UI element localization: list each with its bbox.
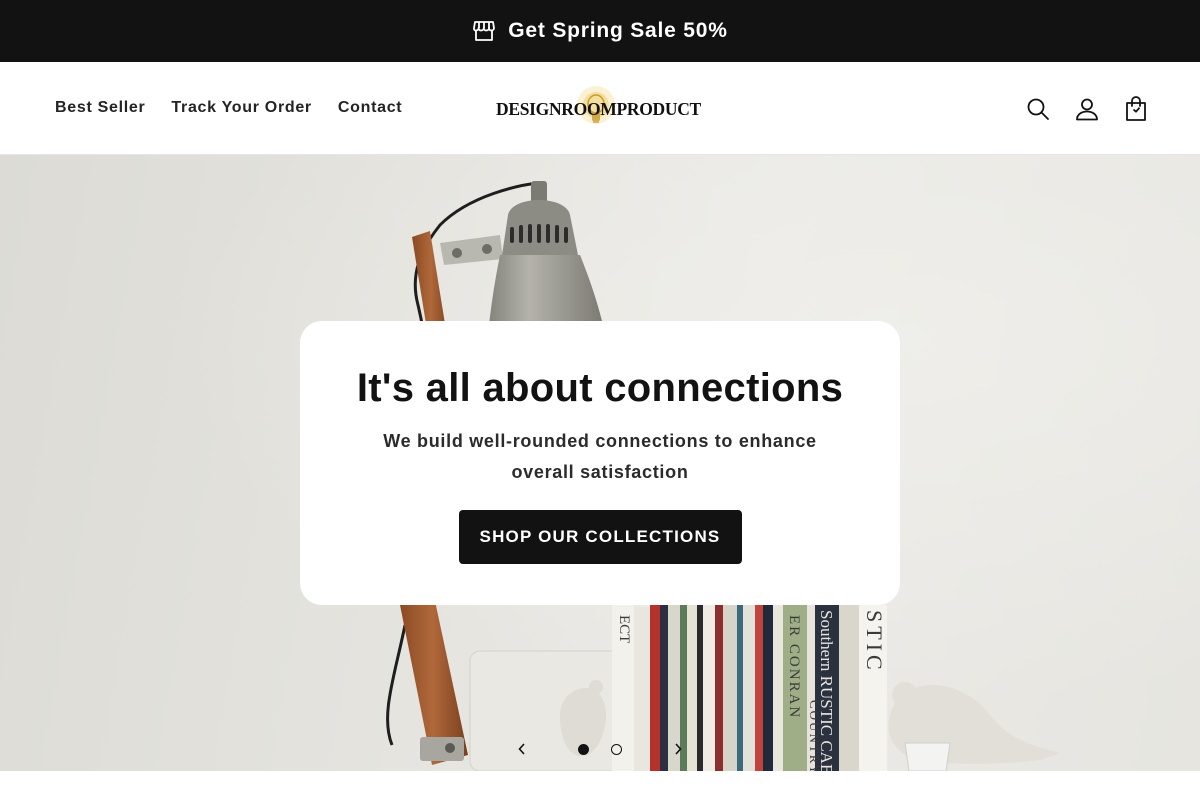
shop-collections-button[interactable]: SHOP OUR COLLECTIONS <box>458 510 742 564</box>
nav-link-track-order[interactable]: Track Your Order <box>158 89 324 127</box>
storefront-icon <box>472 19 496 43</box>
cart-icon <box>1125 95 1146 121</box>
search-button[interactable] <box>1017 88 1058 129</box>
book-spine-text: ECT <box>616 615 632 643</box>
account-icon <box>1075 98 1098 120</box>
slide-dot-1[interactable] <box>578 743 589 755</box>
book-spine-text: STIC <box>862 610 887 674</box>
slide-dots <box>578 743 622 755</box>
slideshow-controls <box>510 735 690 763</box>
next-slide-button[interactable] <box>666 737 690 761</box>
hero-content-card: It's all about connections We build well… <box>300 321 900 605</box>
header-icons <box>1017 88 1156 129</box>
chevron-left-icon <box>518 743 525 755</box>
site-logo[interactable]: DESIGNROOMPRODUCT <box>496 84 701 134</box>
announcement-text: Get Spring Sale 50% <box>508 19 728 42</box>
account-button[interactable] <box>1066 88 1107 129</box>
announcement-bar: Get Spring Sale 50% <box>0 0 1200 62</box>
chevron-right-icon <box>675 743 682 755</box>
book-spine-text: Southern RUSTIC CABIN <box>817 610 836 771</box>
previous-slide-button[interactable] <box>510 737 534 761</box>
slide-dot-2[interactable] <box>611 743 622 755</box>
site-header: Best Seller Track Your Order Contact DES… <box>0 62 1200 155</box>
hero-subtitle: We build well-rounded connections to enh… <box>383 431 817 482</box>
book-spine-text: ER CONRAN <box>786 615 802 719</box>
hero-banner: ECT ER CONRAN COUNTRY Southern RUSTIC CA… <box>0 155 1200 771</box>
nav-link-contact[interactable]: Contact <box>325 89 415 127</box>
search-icon <box>1027 98 1049 120</box>
hero-title: It's all about connections <box>356 366 844 410</box>
cart-button[interactable] <box>1115 88 1156 129</box>
logo-text: DESIGNROOMPRODUCT <box>496 98 701 119</box>
nav-link-best-seller[interactable]: Best Seller <box>42 89 158 127</box>
main-nav: Best Seller Track Your Order Contact <box>42 62 415 154</box>
